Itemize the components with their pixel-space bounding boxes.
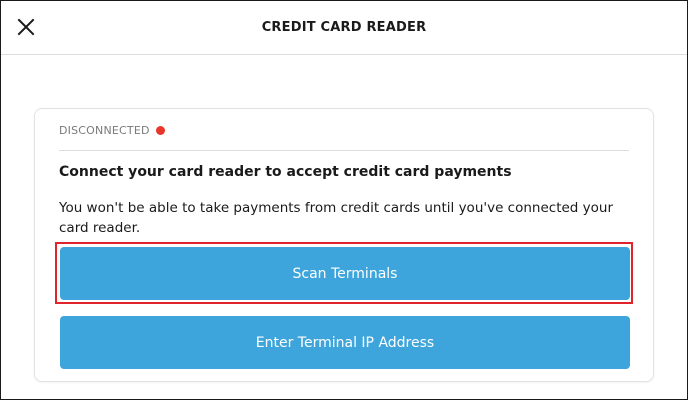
card-reader-panel: DISCONNECTED Connect your card reader to… <box>34 108 654 382</box>
modal-content: DISCONNECTED Connect your card reader to… <box>1 55 687 399</box>
panel-heading: Connect your card reader to accept credi… <box>59 164 512 180</box>
enter-terminal-ip-button[interactable]: Enter Terminal IP Address <box>60 316 630 369</box>
divider <box>59 150 629 151</box>
connection-status: DISCONNECTED <box>59 121 165 139</box>
status-label: DISCONNECTED <box>59 123 150 137</box>
modal-header: CREDIT CARD READER <box>1 1 687 55</box>
credit-card-reader-modal: CREDIT CARD READER DISCONNECTED Connect … <box>0 0 688 400</box>
panel-description: You won't be able to take payments from … <box>59 200 614 236</box>
scan-terminals-button[interactable]: Scan Terminals <box>60 247 630 300</box>
page-title: CREDIT CARD READER <box>261 20 427 35</box>
status-dot-icon <box>155 125 165 135</box>
